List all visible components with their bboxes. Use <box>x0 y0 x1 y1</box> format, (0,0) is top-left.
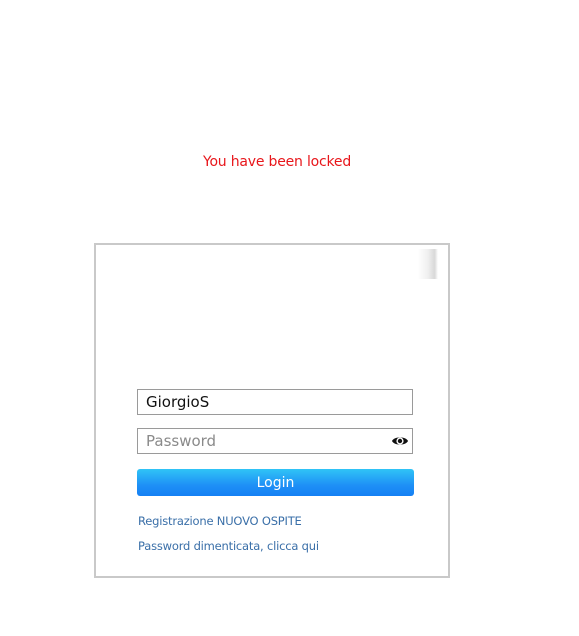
login-page: You have been locked Login Registrazione… <box>0 0 579 636</box>
password-field-wrapper <box>137 428 413 454</box>
password-input[interactable] <box>138 429 412 453</box>
register-guest-link[interactable]: Registrazione NUOVO OSPITE <box>138 514 302 528</box>
eye-icon[interactable] <box>391 433 409 449</box>
login-button[interactable]: Login <box>137 469 414 496</box>
forgot-password-link[interactable]: Password dimenticata, clicca qui <box>138 539 319 553</box>
logo-banner <box>98 249 438 279</box>
locked-message: You have been locked <box>202 154 352 170</box>
login-box: Login Registrazione NUOVO OSPITE Passwor… <box>94 243 450 578</box>
username-field-wrapper <box>137 389 413 415</box>
username-input[interactable] <box>138 390 412 414</box>
